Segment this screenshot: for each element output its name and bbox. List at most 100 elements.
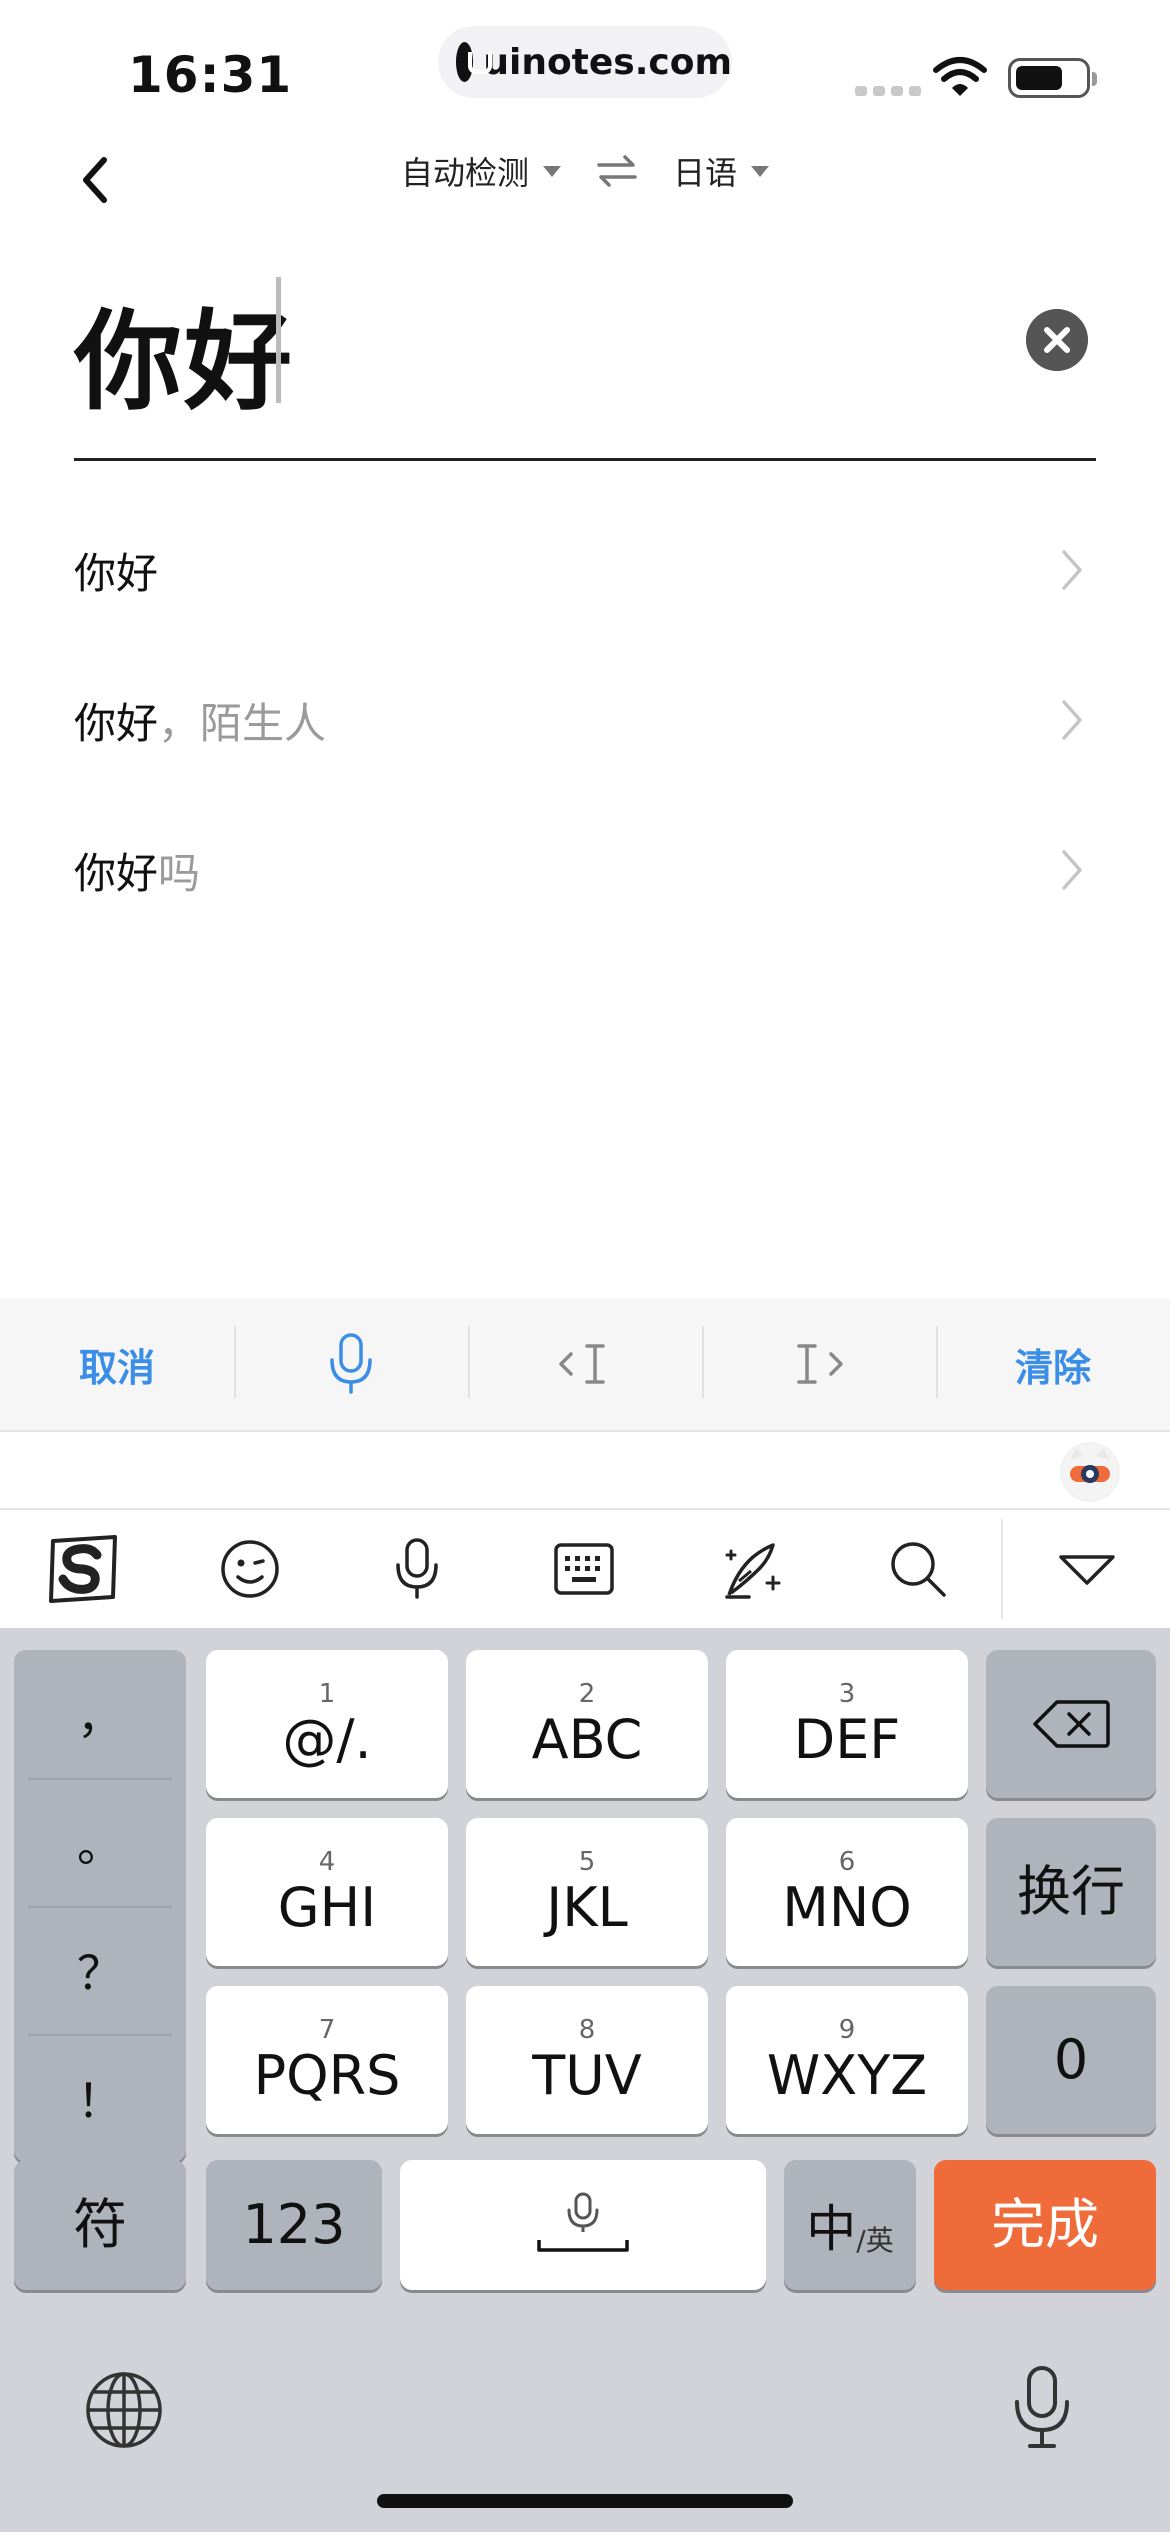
key-label: MNO xyxy=(782,1876,912,1939)
chevron-right-icon xyxy=(1062,700,1082,740)
key-label: PQRS xyxy=(253,2044,401,2107)
url-pill[interactable]: uinotes.com xyxy=(438,26,732,98)
suggestion-item[interactable]: 你好吗 xyxy=(74,795,1096,945)
key-number: 8 xyxy=(578,2015,596,2045)
search-icon xyxy=(890,1542,946,1597)
text-cursor xyxy=(276,277,281,403)
site-logo-icon xyxy=(456,42,493,82)
translate-input[interactable]: 你好 xyxy=(74,255,1096,461)
cursor-right-button[interactable] xyxy=(702,1298,936,1430)
language-selector: 自动检测 日语 xyxy=(0,148,1170,194)
clear-button[interactable]: 清除 xyxy=(936,1298,1170,1430)
key-number: 5 xyxy=(578,1847,596,1877)
quill-icon xyxy=(725,1543,781,1599)
key-label: ABC xyxy=(531,1708,643,1771)
status-bar: 16:31 uinotes.com xyxy=(0,0,1170,130)
sogou-logo-icon xyxy=(49,1535,118,1603)
key-label: TUV xyxy=(532,2044,642,2107)
clear-label: 清除 xyxy=(1014,1345,1091,1390)
battery-icon xyxy=(1008,58,1097,98)
nav-bar: 自动检测 日语 xyxy=(0,130,1170,220)
suggestion-item[interactable]: 你好 xyxy=(74,495,1096,645)
keyboard-switch-button[interactable] xyxy=(501,1510,668,1628)
key-8[interactable]: 8 TUV xyxy=(466,1986,708,2134)
key-label: JKL xyxy=(546,1876,628,1939)
punct-key[interactable]: ！ xyxy=(14,2034,186,2162)
key-7[interactable]: 7 PQRS xyxy=(206,1986,448,2134)
numbers-key[interactable]: 123 xyxy=(206,2160,382,2290)
hide-keyboard-button[interactable] xyxy=(1003,1510,1170,1628)
symbols-key[interactable]: 符 xyxy=(14,2160,186,2290)
suggestion-main: 你好 xyxy=(74,698,159,748)
suggestion-main: 你好 xyxy=(74,848,159,898)
key-6[interactable]: 6 MNO xyxy=(726,1818,968,1966)
backspace-icon xyxy=(1033,1700,1110,1748)
target-language-dropdown[interactable]: 日语 xyxy=(673,148,770,194)
chevron-right-icon xyxy=(1062,550,1082,590)
input-text: 你好 xyxy=(74,300,295,425)
key-number: 7 xyxy=(318,2015,336,2045)
sogou-logo-button[interactable] xyxy=(0,1510,167,1628)
cancel-button[interactable]: 取消 xyxy=(0,1298,234,1430)
punct-key[interactable]: ？ xyxy=(14,1906,186,2034)
zero-label: 0 xyxy=(1053,2028,1089,2091)
key-4[interactable]: 4 GHI xyxy=(206,1818,448,1966)
source-language-dropdown[interactable]: 自动检测 xyxy=(401,148,561,194)
handwriting-button[interactable] xyxy=(667,1510,834,1628)
swap-languages-icon[interactable] xyxy=(595,151,639,191)
punct-key[interactable]: ， xyxy=(14,1650,186,1778)
target-language-label: 日语 xyxy=(673,154,738,192)
suggestion-extra: ，陌生人 xyxy=(158,698,327,748)
mascot-icon[interactable] xyxy=(1060,1442,1120,1502)
done-key[interactable]: 完成 xyxy=(934,2160,1156,2290)
globe-icon[interactable] xyxy=(84,2370,164,2450)
url-text: uinotes.com xyxy=(483,41,732,83)
newline-key[interactable]: 换行 xyxy=(986,1818,1156,1966)
ime-function-bar xyxy=(0,1510,1170,1628)
key-number: 9 xyxy=(838,2015,856,2045)
microphone-icon xyxy=(330,1333,372,1394)
key-3[interactable]: 3 DEF xyxy=(726,1650,968,1798)
numbers-label: 123 xyxy=(242,2193,346,2256)
emoji-icon xyxy=(221,1540,280,1598)
symbols-label: 符 xyxy=(73,2193,127,2256)
wifi-icon xyxy=(933,57,987,96)
suggestion-item[interactable]: 你好，陌生人 xyxy=(74,645,1096,795)
key-1[interactable]: 1 @/. xyxy=(206,1650,448,1798)
space-key[interactable] xyxy=(400,2160,766,2290)
caret-down-icon xyxy=(543,165,561,177)
dictation-mic-icon[interactable] xyxy=(1010,2364,1074,2452)
zero-key[interactable]: 0 xyxy=(986,1986,1156,2134)
key-number: 2 xyxy=(578,1679,596,1709)
backspace-key[interactable] xyxy=(986,1650,1156,1798)
clear-input-icon[interactable] xyxy=(1026,309,1088,371)
key-5[interactable]: 5 JKL xyxy=(466,1818,708,1966)
search-button[interactable] xyxy=(834,1510,1001,1628)
cursor-left-button[interactable] xyxy=(468,1298,702,1430)
key-number: 6 xyxy=(838,1847,856,1877)
key-label: WXYZ xyxy=(766,2044,928,2107)
language-switch-key[interactable]: 中 /英 xyxy=(784,2160,916,2290)
key-number: 3 xyxy=(838,1679,856,1709)
key-9[interactable]: 9 WXYZ xyxy=(726,1986,968,2134)
key-2[interactable]: 2 ABC xyxy=(466,1650,708,1798)
lang-main-label: 中 xyxy=(806,2200,857,2258)
done-label: 完成 xyxy=(991,2193,1099,2256)
candidate-strip xyxy=(0,1432,1170,1510)
source-language-label: 自动检测 xyxy=(400,154,529,192)
key-label: @/. xyxy=(282,1708,372,1771)
key-label: GHI xyxy=(277,1876,377,1939)
emoji-button[interactable] xyxy=(167,1510,334,1628)
suggestion-extra: 吗 xyxy=(158,848,201,898)
microphone-icon xyxy=(396,1538,438,1599)
voice-input-button[interactable] xyxy=(234,1298,468,1430)
ime-voice-button[interactable] xyxy=(334,1510,501,1628)
key-number: 1 xyxy=(318,1679,336,1709)
keyboard: ， 。 ？ ！ 1 @/. 2 ABC 3 DEF 4 GHI 5 JKL 6 … xyxy=(0,1628,1170,2532)
cellular-signal-icon xyxy=(855,86,921,96)
cursor-right-icon xyxy=(797,1344,843,1384)
lang-alt-label: /英 xyxy=(856,2224,894,2257)
caret-down-icon xyxy=(751,165,770,177)
key-number: 4 xyxy=(318,1847,336,1877)
punct-key[interactable]: 。 xyxy=(14,1778,186,1906)
